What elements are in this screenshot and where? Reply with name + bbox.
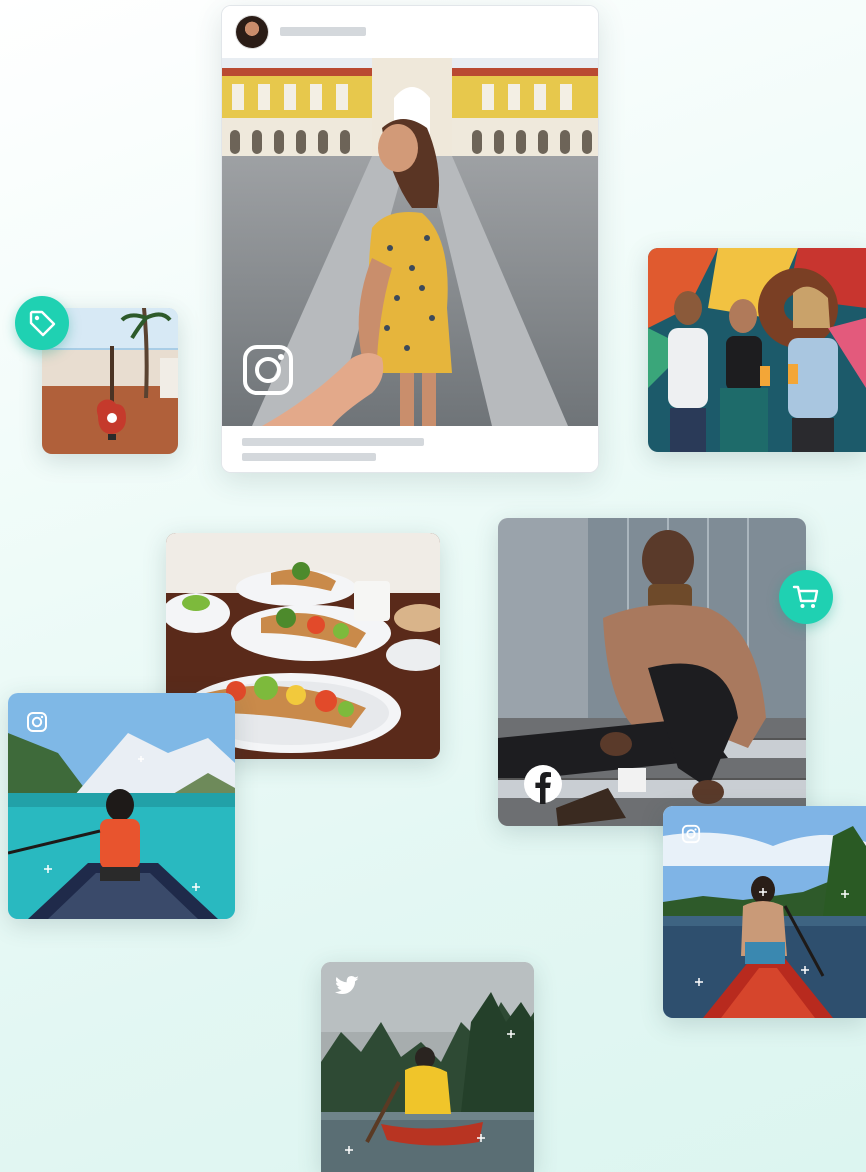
instagram-icon (26, 711, 48, 738)
instagram-icon (681, 824, 701, 849)
canoe-lake-photo-card[interactable] (663, 806, 866, 1018)
friends-photo-card[interactable] (648, 248, 866, 452)
facebook-icon (523, 764, 563, 809)
post-header (222, 6, 598, 58)
avatar[interactable] (236, 16, 268, 48)
post-caption (222, 426, 598, 472)
canoe-mountain-photo-card[interactable] (8, 693, 235, 919)
cart-icon[interactable] (779, 570, 833, 624)
instagram-icon (241, 343, 295, 402)
twitter-icon (335, 976, 359, 1001)
man-stairs-photo-card[interactable] (498, 518, 806, 826)
instagram-post-card[interactable] (221, 5, 599, 473)
caption-line-placeholder (242, 453, 376, 461)
username-placeholder (280, 27, 366, 36)
canoe-rain-photo-card[interactable] (321, 962, 534, 1172)
tag-icon[interactable] (15, 296, 69, 350)
caption-line-placeholder (242, 438, 424, 446)
friends-photo (648, 248, 866, 452)
